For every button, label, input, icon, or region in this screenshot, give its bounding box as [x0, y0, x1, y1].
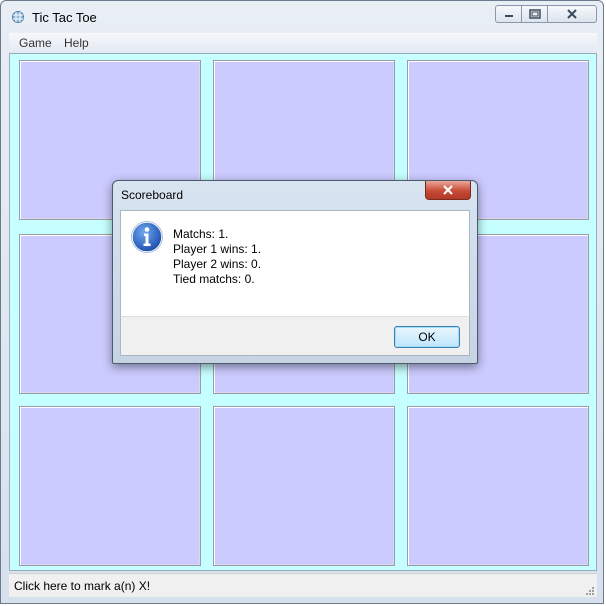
board-cell-9[interactable]	[407, 406, 589, 566]
maximize-button[interactable]	[521, 5, 548, 23]
score-player1-wins: Player 1 wins: 1.	[173, 242, 262, 256]
status-text: Click here to mark a(n) X!	[14, 579, 151, 593]
restore-icon	[528, 9, 541, 19]
resize-grip-icon[interactable]	[584, 585, 594, 595]
close-icon	[443, 185, 453, 195]
window-title: Tic Tac Toe	[32, 10, 97, 25]
score-tied-matches: Tied matchs: 0.	[173, 272, 255, 286]
score-message: Matchs: 1. Player 1 wins: 1. Player 2 wi…	[173, 227, 261, 287]
board-cell-8[interactable]	[213, 406, 395, 566]
info-icon	[131, 221, 163, 253]
dialog-footer: OK	[120, 316, 470, 356]
score-matches: Matchs: 1.	[173, 227, 229, 241]
menu-help[interactable]: Help	[64, 36, 89, 50]
status-bar[interactable]: Click here to mark a(n) X!	[9, 573, 597, 597]
app-icon	[12, 11, 24, 23]
menu-bar: Game Help	[9, 33, 597, 53]
close-button[interactable]	[547, 5, 597, 23]
title-bar[interactable]: Tic Tac Toe	[1, 1, 603, 31]
scoreboard-dialog: Scoreboard Matchs: 1. Player 1 wins: 1. …	[112, 180, 478, 364]
ok-button[interactable]: OK	[394, 326, 460, 348]
score-player2-wins: Player 2 wins: 0.	[173, 257, 262, 271]
close-icon	[567, 9, 577, 19]
minimize-icon	[504, 15, 513, 17]
dialog-title: Scoreboard	[121, 188, 184, 202]
dialog-body: Matchs: 1. Player 1 wins: 1. Player 2 wi…	[120, 210, 470, 316]
menu-game[interactable]: Game	[19, 36, 52, 50]
minimize-button[interactable]	[495, 5, 522, 23]
dialog-close-button[interactable]	[425, 181, 471, 200]
board-cell-7[interactable]	[19, 406, 201, 566]
